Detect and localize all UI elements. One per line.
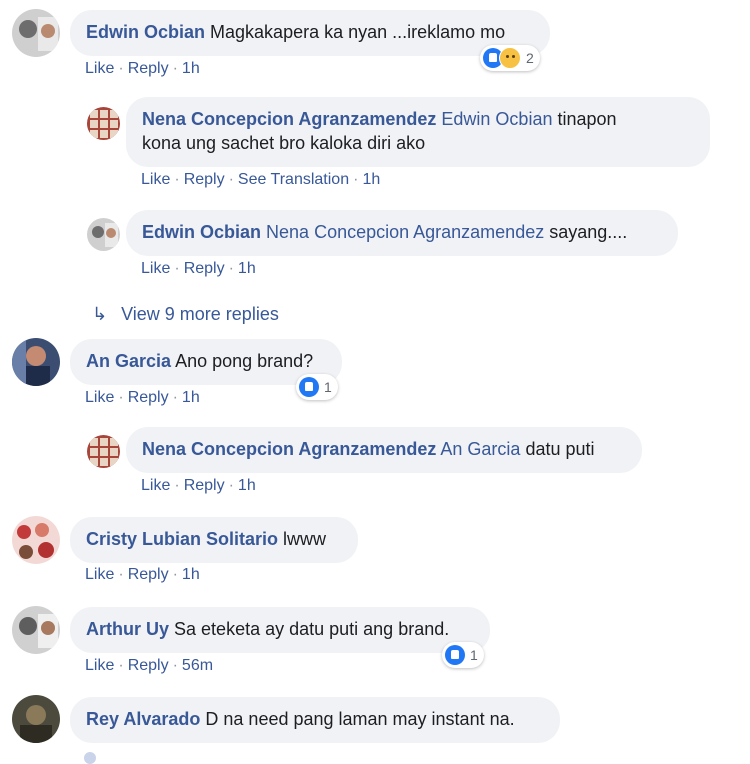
comment-actions: Like · Reply · See Translation · 1h (141, 171, 381, 188)
sad-icon (499, 47, 521, 69)
comment-author[interactable]: Cristy Lubian Solitario (86, 529, 278, 549)
like-link[interactable]: Like (141, 477, 170, 494)
timestamp[interactable]: 1h (362, 171, 380, 188)
comment-text: Sa eteketa ay datu puti ang brand. (174, 619, 450, 639)
comment-text: sayang.... (549, 222, 628, 242)
reply-link[interactable]: Reply (184, 171, 225, 188)
comment-text: tinapon (557, 109, 617, 129)
like-icon (299, 377, 319, 397)
reaction-summary[interactable]: 2 (480, 45, 540, 71)
avatar[interactable] (12, 338, 60, 386)
comment-author[interactable]: Nena Concepcion Agranzamendez (142, 439, 436, 459)
comment-text: datu puti (525, 439, 595, 459)
comment-text: D na need pang laman may instant na. (205, 709, 515, 729)
comment-author[interactable]: Rey Alvarado (86, 709, 200, 729)
avatar[interactable] (87, 218, 120, 251)
comment-text: Ano pong brand? (175, 351, 314, 371)
like-link[interactable]: Like (85, 657, 114, 674)
comment-actions: Like · Reply · 1h (85, 566, 200, 583)
like-link[interactable]: Like (141, 260, 170, 277)
avatar[interactable] (12, 9, 60, 57)
reply-arrow-icon: ↳ (92, 304, 108, 324)
avatar[interactable] (87, 107, 120, 140)
reply-link[interactable]: Reply (128, 60, 169, 77)
mention-tag[interactable]: An Garcia (440, 439, 520, 459)
comment-bubble: Rey Alvarado D na need pang laman may in… (70, 697, 560, 743)
reply-link[interactable]: Reply (128, 566, 169, 583)
reply-link[interactable]: Reply (128, 657, 169, 674)
reply-bubble: Nena Concepcion Agranzamendez Edwin Ocbi… (126, 97, 710, 167)
timestamp[interactable]: 56m (182, 657, 213, 674)
reaction-summary[interactable]: 1 (442, 642, 484, 668)
reply-bubble: Nena Concepcion Agranzamendez An Garcia … (126, 427, 642, 473)
comment-text: lwww (283, 529, 327, 549)
comment-text: Magkakapera ka nyan ...ireklamo mo (210, 22, 506, 42)
timestamp[interactable]: 1h (238, 260, 256, 277)
timestamp[interactable]: 1h (182, 389, 200, 406)
reaction-count: 1 (324, 379, 332, 395)
reaction-count: 1 (470, 647, 478, 663)
mention-tag[interactable]: Edwin Ocbian (441, 109, 552, 129)
avatar[interactable] (12, 516, 60, 564)
view-more-replies-label: View 9 more replies (121, 304, 279, 324)
comment-bubble: Edwin Ocbian Magkakapera ka nyan ...irek… (70, 10, 550, 56)
avatar[interactable] (12, 606, 60, 654)
comment-actions: Like · Reply · 56m (85, 657, 214, 674)
comment-actions: Like · Reply · 1h (85, 60, 200, 77)
avatar[interactable] (12, 695, 60, 743)
timestamp[interactable]: 1h (238, 477, 256, 494)
reply-link[interactable]: Reply (184, 260, 225, 277)
like-link[interactable]: Like (85, 60, 114, 77)
see-translation-link[interactable]: See Translation (238, 171, 349, 188)
like-link[interactable]: Like (141, 171, 170, 188)
comment-author[interactable]: Edwin Ocbian (142, 222, 261, 242)
comment-author[interactable]: An Garcia (86, 351, 171, 371)
comment-actions: Like · Reply · 1h (141, 477, 256, 494)
reply-bubble: Edwin Ocbian Nena Concepcion Agranzamend… (126, 210, 678, 256)
like-icon (445, 645, 465, 665)
timestamp[interactable]: 1h (182, 60, 200, 77)
comment-actions: Like · Reply · 1h (141, 260, 256, 277)
reply-link[interactable]: Reply (184, 477, 225, 494)
avatar[interactable] (87, 435, 120, 468)
like-link[interactable]: Like (85, 566, 114, 583)
comment-author[interactable]: Edwin Ocbian (86, 22, 205, 42)
reaction-summary[interactable]: 1 (296, 374, 338, 400)
comment-text: kona ung sachet bro kaloka diri ako (142, 133, 426, 153)
reply-link[interactable]: Reply (128, 389, 169, 406)
view-more-replies-link[interactable]: ↳ View 9 more replies (92, 304, 279, 325)
like-link[interactable]: Like (85, 389, 114, 406)
mention-tag[interactable]: Nena Concepcion Agranzamendez (266, 222, 544, 242)
comment-bubble: Cristy Lubian Solitario lwww (70, 517, 358, 563)
comment-author[interactable]: Nena Concepcion Agranzamendez (142, 109, 436, 129)
reaction-count: 2 (526, 50, 534, 66)
timestamp[interactable]: 1h (182, 566, 200, 583)
comment-author[interactable]: Arthur Uy (86, 619, 169, 639)
comment-actions: Like · Reply · 1h (85, 389, 200, 406)
avatar[interactable] (84, 752, 96, 764)
comment-bubble: Arthur Uy Sa eteketa ay datu puti ang br… (70, 607, 490, 653)
